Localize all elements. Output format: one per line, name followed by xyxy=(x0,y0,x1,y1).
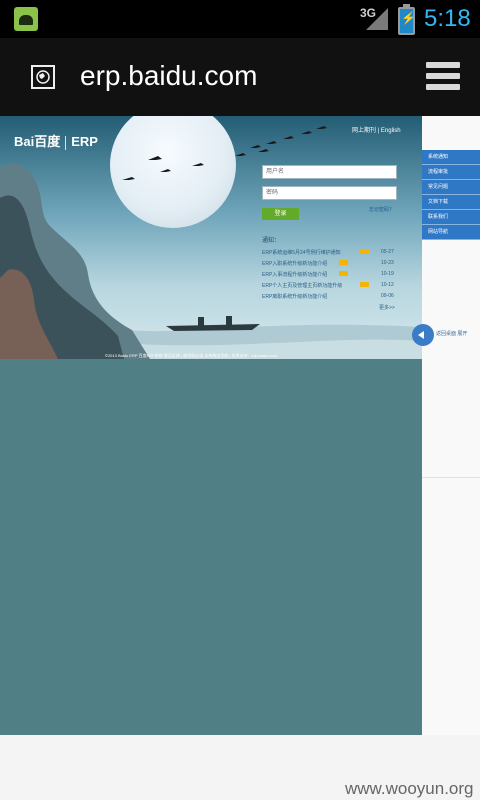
clock: 5:18 xyxy=(424,5,471,32)
side-menu-item[interactable]: 常见问题 xyxy=(422,180,480,195)
network-type: 3G xyxy=(360,6,377,20)
web-page: Bai百度 ERP 网上期刊 | English 用户名 密码 登录 忘记密码？ … xyxy=(0,116,480,800)
bookmarks-menu-icon[interactable] xyxy=(426,62,460,92)
notice-item[interactable]: ERP系统运维5月24号例行维护通知 05-27 xyxy=(262,249,402,259)
notice-item[interactable]: ERP个人主页及管理主页新功能升级 10-12 xyxy=(262,282,402,292)
login-button[interactable]: 登录 xyxy=(262,208,299,220)
back-label[interactable]: 返回桌面 展开 xyxy=(436,330,467,337)
notice-item[interactable]: ERP离职系统升级新功能介绍 09-06 xyxy=(262,293,402,303)
status-bar: 3G 5:18 xyxy=(0,0,480,38)
side-divider xyxy=(422,477,480,478)
new-badge-icon xyxy=(339,260,348,265)
new-badge-icon xyxy=(360,249,369,254)
back-arrow-icon[interactable] xyxy=(412,324,434,346)
boat-illustration xyxy=(166,316,260,331)
more-notices-link[interactable]: 更多>> xyxy=(379,304,395,311)
username-input[interactable]: 用户名 xyxy=(262,165,397,179)
globe-icon[interactable] xyxy=(31,65,55,89)
side-menu-item[interactable]: 流程审批 xyxy=(422,165,480,180)
new-badge-icon xyxy=(360,282,369,287)
url-text[interactable]: erp.baidu.com xyxy=(80,60,257,92)
login-hero: Bai百度 ERP 网上期刊 | English 用户名 密码 登录 忘记密码？ … xyxy=(0,116,422,359)
password-input[interactable]: 密码 xyxy=(262,186,397,200)
notice-item[interactable]: ERP入事流程升级新功能介绍 10-19 xyxy=(262,271,402,281)
watermark: www.wooyun.org xyxy=(345,779,474,798)
baidu-erp-logo: Bai百度 ERP xyxy=(14,134,98,150)
side-menu-item[interactable]: 网站导航 xyxy=(422,225,480,240)
page-background xyxy=(0,359,422,735)
android-notification-icon xyxy=(14,7,38,31)
notice-title: 通知： xyxy=(262,238,281,244)
side-menu-item[interactable]: 联系我们 xyxy=(422,210,480,225)
notice-item[interactable]: ERP入职系统升级新功能介绍 10-23 xyxy=(262,260,402,270)
side-menu-item[interactable]: 文档下载 xyxy=(422,195,480,210)
new-badge-icon xyxy=(339,271,348,276)
forgot-password-link[interactable]: 忘记密码？ xyxy=(369,206,394,213)
mountain-illustration xyxy=(0,163,150,359)
side-menu-item[interactable]: 系统通知 xyxy=(422,150,480,165)
top-links[interactable]: 网上期刊 | English xyxy=(352,125,401,134)
battery-charging-icon xyxy=(398,4,416,35)
